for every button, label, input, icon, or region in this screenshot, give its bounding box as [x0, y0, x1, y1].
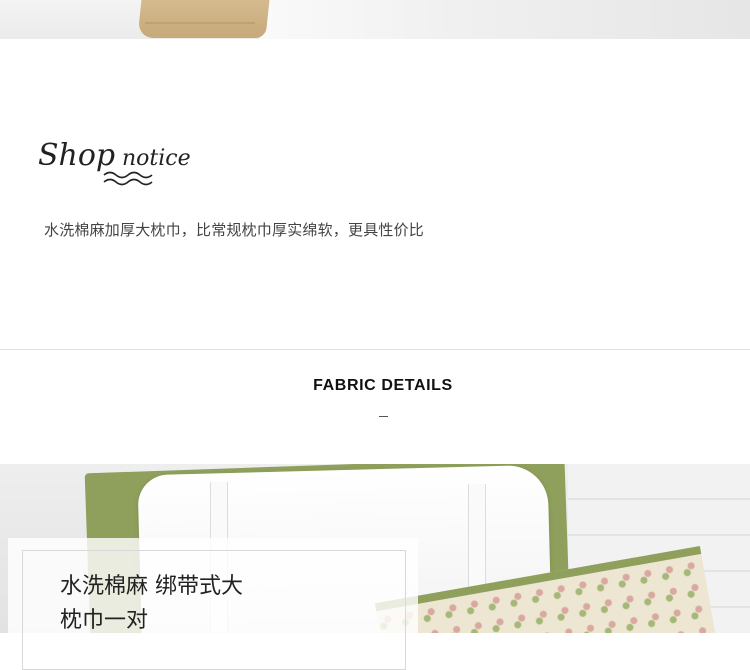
product-name-line1: 水洗棉麻 绑带式大 [60, 574, 243, 599]
section-divider [0, 349, 750, 350]
svg-text:Shop: Shop [38, 138, 115, 173]
product-name-line2: 枕巾一对 [60, 608, 149, 633]
shop-notice-section: Shop notice 水洗棉麻加厚大枕巾，比常规枕巾厚实绵软，更具性价比 [0, 39, 750, 349]
fabric-details-title: FABRIC DETAILS [313, 377, 453, 394]
svg-text:notice: notice [122, 146, 191, 171]
shop-notice-text: 水洗棉麻加厚大枕巾，比常规枕巾厚实绵软，更具性价比 [44, 221, 425, 239]
white-bedding [260, 0, 750, 39]
top-product-photo [0, 0, 750, 39]
shop-notice-logo: Shop notice [38, 138, 191, 186]
title-underline-dash [379, 416, 388, 417]
tan-packaging-bag [137, 0, 271, 38]
